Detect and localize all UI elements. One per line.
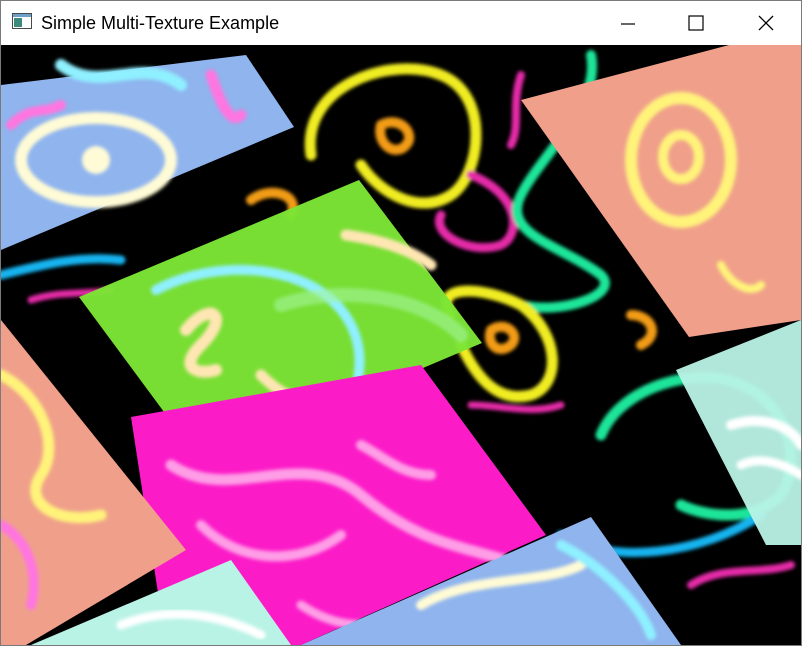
- window-title: Simple Multi-Texture Example: [41, 13, 280, 33]
- minimize-button[interactable]: [605, 1, 651, 45]
- maximize-button[interactable]: [673, 1, 719, 45]
- app-window-icon: [12, 13, 32, 29]
- minimize-icon: [621, 16, 635, 30]
- maximize-icon: [688, 15, 704, 31]
- close-icon: [758, 15, 774, 31]
- texture-quad-salmon-top-right: [521, 45, 801, 337]
- multi-texture-scene: [1, 45, 801, 645]
- close-button[interactable]: [743, 1, 789, 45]
- texture-quad-blue-top-left: [1, 55, 294, 250]
- app-window: Simple Multi-Texture Example: [0, 0, 802, 646]
- title-bar[interactable]: Simple Multi-Texture Example: [1, 1, 801, 45]
- render-viewport[interactable]: [1, 45, 801, 645]
